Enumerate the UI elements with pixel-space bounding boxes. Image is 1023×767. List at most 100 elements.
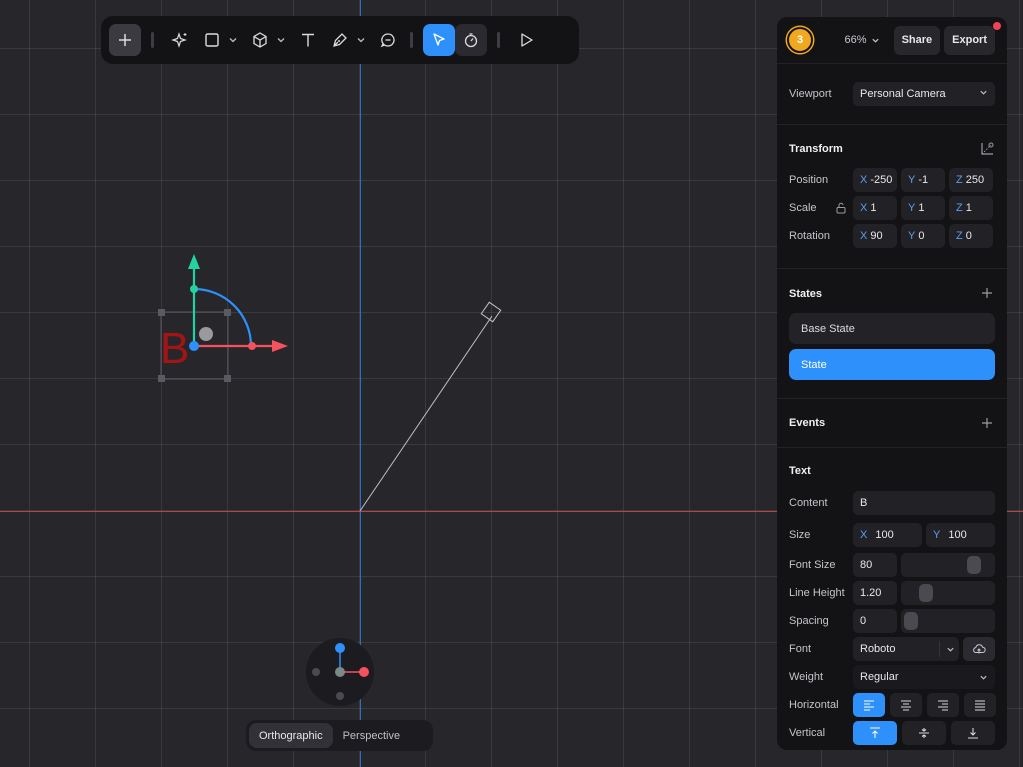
timer-icon: [464, 33, 478, 48]
horizontal-label: Horizontal: [789, 699, 839, 711]
chevron-down-icon: [980, 675, 987, 680]
play-button[interactable]: [510, 24, 542, 56]
line-height-row: Line Height 1.20: [789, 579, 995, 607]
zoom-value: 66%: [844, 34, 867, 46]
pen-tool-button[interactable]: [324, 24, 356, 56]
align-center-button[interactable]: [890, 693, 922, 717]
object-tool-dropdown[interactable]: [274, 24, 288, 56]
rectangle-tool-dropdown[interactable]: [226, 24, 240, 56]
spacing-slider-thumb[interactable]: [904, 612, 918, 630]
timer-tool-button[interactable]: [455, 24, 487, 56]
horizontal-align-row: Horizontal: [789, 691, 996, 719]
events-title: Events: [789, 417, 826, 429]
font-size-input[interactable]: 80: [853, 553, 897, 577]
perspective-button[interactable]: Perspective: [333, 723, 410, 748]
comment-tool-button[interactable]: [372, 24, 404, 56]
pen-tool-dropdown[interactable]: [354, 24, 368, 56]
export-button[interactable]: Export: [944, 25, 995, 55]
text-icon: [302, 33, 314, 47]
font-select[interactable]: Roboto: [853, 637, 959, 661]
spacing-input[interactable]: 0: [853, 609, 897, 633]
camera-icon[interactable]: [480, 301, 502, 323]
add-button[interactable]: [109, 24, 141, 56]
rectangle-icon: [205, 33, 219, 47]
align-top-button[interactable]: [853, 721, 897, 745]
state-item-base[interactable]: Base State: [789, 313, 995, 344]
zoom-dropdown[interactable]: 66%: [845, 34, 880, 46]
scale-z-field[interactable]: Z1: [949, 196, 993, 220]
add-event-button[interactable]: [981, 417, 993, 432]
object-tool-button[interactable]: [244, 24, 276, 56]
add-state-button[interactable]: [981, 287, 993, 302]
avatar[interactable]: 3: [787, 27, 813, 53]
line-height-input[interactable]: 1.20: [853, 581, 897, 605]
scale-label: Scale: [789, 202, 817, 214]
line-height-slider[interactable]: [901, 581, 995, 605]
position-x-field[interactable]: X -250: [853, 168, 897, 192]
viewport-label: Viewport: [789, 88, 832, 100]
weight-select[interactable]: Regular: [853, 665, 995, 689]
weight-value: Regular: [860, 671, 899, 683]
select-tool-button[interactable]: [423, 24, 455, 56]
align-justify-button[interactable]: [964, 693, 996, 717]
align-left-button[interactable]: [853, 693, 885, 717]
resize-handle-bl[interactable]: [158, 375, 165, 382]
font-size-slider[interactable]: [901, 553, 995, 577]
content-input[interactable]: B: [853, 491, 995, 515]
align-middle-button[interactable]: [902, 721, 946, 745]
rotation-z-field[interactable]: Z0: [949, 224, 993, 248]
x-handle[interactable]: [248, 342, 256, 350]
weight-row: Weight Regular: [789, 663, 995, 691]
gizmo-y-axis[interactable]: [335, 643, 345, 653]
gizmo-neg-x-axis[interactable]: [312, 668, 320, 676]
size-y-field[interactable]: Y 100: [926, 523, 995, 547]
resize-handle-br[interactable]: [224, 375, 231, 382]
rotation-y-field[interactable]: Y0: [901, 224, 945, 248]
panel-header: 3 66% Share Export: [777, 17, 1007, 64]
font-row: Font Roboto: [789, 635, 995, 663]
spacing-slider[interactable]: [901, 609, 995, 633]
upload-font-button[interactable]: [963, 637, 995, 661]
share-button[interactable]: Share: [893, 25, 941, 55]
unlock-icon[interactable]: [835, 202, 847, 214]
rotation-x-field[interactable]: X 90: [853, 224, 897, 248]
x-arrow-head[interactable]: [272, 340, 288, 352]
text-tool-button[interactable]: [292, 24, 324, 56]
align-right-button[interactable]: [927, 693, 959, 717]
size-label: Size: [789, 529, 811, 541]
resize-handle-tl[interactable]: [158, 309, 165, 316]
resize-handle-tr[interactable]: [224, 309, 231, 316]
orientation-gizmo[interactable]: [306, 638, 374, 706]
gizmo-center[interactable]: [335, 667, 345, 677]
y-handle[interactable]: [190, 285, 198, 293]
gizmo-x-axis[interactable]: [359, 667, 369, 677]
position-z-field[interactable]: Z 250: [949, 168, 993, 192]
text-object-b[interactable]: B: [160, 324, 189, 373]
size-x-field[interactable]: X 100: [853, 523, 922, 547]
orthographic-button[interactable]: Orthographic: [249, 723, 333, 748]
line-height-label: Line Height: [789, 587, 845, 599]
ai-button[interactable]: [164, 24, 196, 56]
align-justify-icon: [975, 700, 985, 711]
state-item-state[interactable]: State: [789, 349, 995, 380]
align-bottom-button[interactable]: [951, 721, 995, 745]
viewport-select[interactable]: Personal Camera: [853, 82, 995, 106]
main-toolbar: [101, 16, 579, 64]
origin-handle[interactable]: [189, 341, 199, 351]
toolbar-divider: [410, 32, 413, 48]
transform-origin-icon[interactable]: [979, 141, 995, 157]
scale-y-field[interactable]: Y1: [901, 196, 945, 220]
scale-x-field[interactable]: X1: [853, 196, 897, 220]
y-arrow-head[interactable]: [188, 254, 200, 269]
line-height-slider-thumb[interactable]: [918, 584, 933, 602]
transform-section: Transform Position X -250 Y -1 Z 250 Scale …: [777, 125, 1007, 269]
rotation-row: Rotation X 90 Y0 Z0: [789, 222, 995, 250]
projection-toggle: Orthographic Perspective: [246, 720, 433, 751]
spacing-label: Spacing: [789, 615, 829, 627]
gizmo-neg-y-axis[interactable]: [336, 692, 344, 700]
position-y-field[interactable]: Y -1: [901, 168, 945, 192]
rectangle-tool-button[interactable]: [196, 24, 228, 56]
font-size-slider-thumb[interactable]: [966, 556, 981, 574]
spacing-row: Spacing 0: [789, 607, 995, 635]
chevron-down-icon: [947, 647, 954, 652]
